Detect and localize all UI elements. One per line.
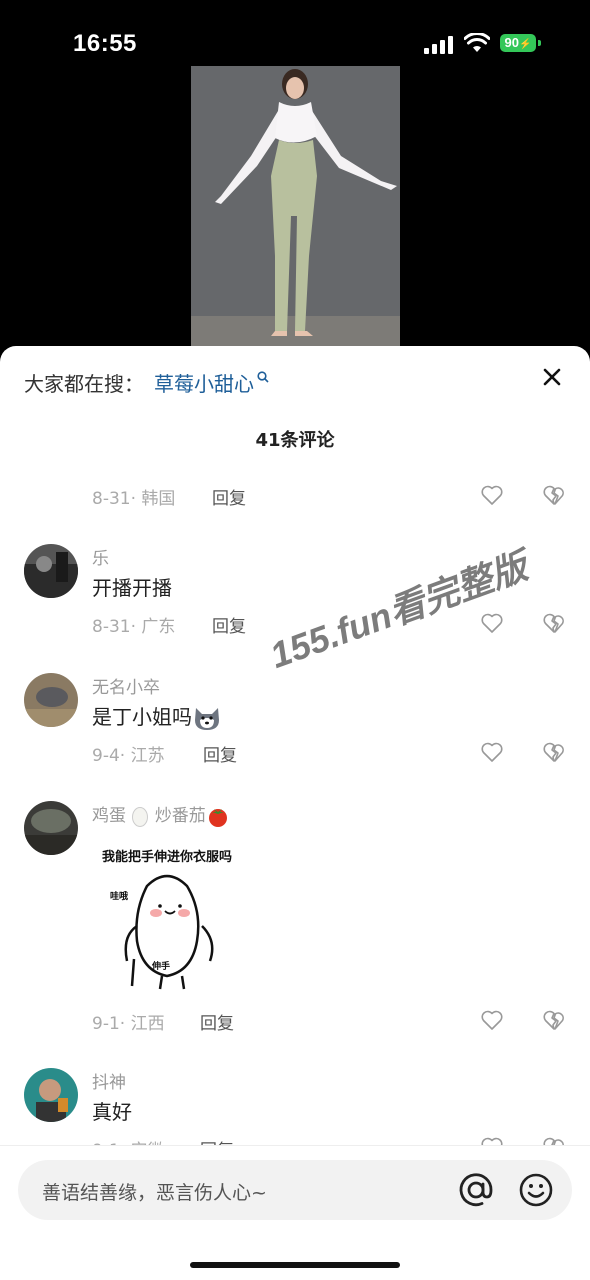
comment-input-placeholder: 善语结善缘，恶言伤人心~ [42, 1182, 267, 1204]
comment-text: 真好 [92, 1100, 132, 1124]
search-prefix-label: 大家都在搜： [24, 372, 144, 396]
egg-icon [132, 807, 149, 827]
avatar[interactable] [24, 544, 78, 598]
username-part1: 鸡蛋 [92, 806, 126, 826]
video-frame-image [191, 66, 400, 346]
comment-username[interactable]: 抖神 [92, 1068, 126, 1093]
at-mention-icon[interactable] [458, 1172, 494, 1208]
comment-username[interactable]: 乐 [92, 544, 109, 569]
username-part2: 炒番茄 [154, 806, 206, 826]
sticker-word2: 伸手 [151, 960, 170, 972]
comment-text-value: 是丁小姐吗 [92, 705, 192, 729]
heart-icon[interactable] [480, 1009, 504, 1031]
emoji-icon[interactable] [518, 1172, 554, 1208]
reply-button[interactable]: 回复 [212, 612, 246, 637]
status-time: 16:55 [73, 30, 137, 57]
reply-button[interactable]: 回复 [203, 741, 237, 766]
heart-icon[interactable] [480, 612, 504, 634]
comment-meta: 9-4· 江苏 [92, 746, 165, 766]
home-indicator [190, 1262, 400, 1268]
comment-sheet: 大家都在搜： 草莓小甜心 41条评论 8-31· 韩国 回复 乐 开播开播 8-3… [0, 346, 590, 1280]
avatar[interactable] [24, 801, 78, 855]
broken-heart-icon[interactable] [542, 612, 566, 634]
sticker-title: 我能把手伸进你衣服吗 [102, 849, 232, 865]
search-suggestion[interactable]: 大家都在搜： 草莓小甜心 [24, 368, 269, 397]
reply-button[interactable]: 回复 [212, 484, 246, 509]
heart-icon[interactable] [480, 741, 504, 763]
husky-emoji-icon [195, 707, 219, 730]
broken-heart-icon[interactable] [542, 1009, 566, 1031]
wifi-icon [464, 33, 490, 52]
comment-username[interactable]: 无名小卒 [92, 673, 160, 698]
sticker-image[interactable]: 我能把手伸进你衣服吗 哇哦 伸手 [92, 841, 242, 991]
comment-count: 41条评论 [255, 430, 335, 451]
battery-icon: 90⚡ [500, 34, 536, 52]
comment-meta: 8-31· 韩国 [92, 489, 176, 509]
search-term-link[interactable]: 草莓小甜心 [154, 372, 254, 396]
comment-text: 是丁小姐吗 [92, 701, 222, 732]
sticker-word1: 哇哦 [110, 890, 128, 902]
comment-text: 开播开播 [92, 576, 172, 600]
broken-heart-icon[interactable] [542, 484, 566, 506]
comment-input[interactable]: 善语结善缘，恶言伤人心~ [18, 1160, 572, 1220]
reply-button[interactable]: 回复 [200, 1009, 234, 1034]
video-player[interactable] [191, 66, 400, 346]
comment-username[interactable]: 鸡蛋 炒番茄 [92, 801, 230, 827]
battery-level: 90 [504, 35, 519, 50]
signal-icon [424, 36, 454, 54]
search-icon [257, 371, 269, 383]
battery-cap [538, 40, 541, 46]
comment-meta: 9-1· 江西 [92, 1014, 165, 1034]
divider [0, 1145, 590, 1146]
avatar[interactable] [24, 1068, 78, 1122]
broken-heart-icon[interactable] [542, 741, 566, 763]
heart-icon[interactable] [480, 484, 504, 506]
close-icon[interactable] [541, 366, 563, 388]
tomato-icon [208, 809, 227, 827]
comment-meta: 8-31· 广东 [92, 617, 176, 637]
avatar[interactable] [24, 673, 78, 727]
